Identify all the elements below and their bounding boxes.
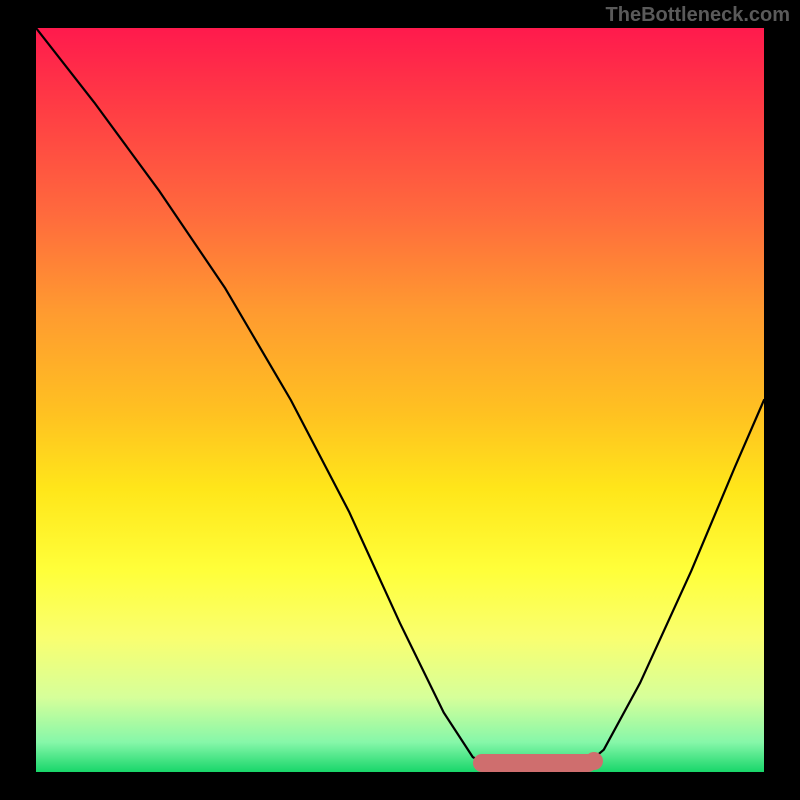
bottleneck-curve — [36, 28, 764, 772]
optimum-end-dot — [585, 752, 603, 770]
plot-area — [36, 28, 764, 772]
attribution-text: TheBottleneck.com — [606, 4, 790, 27]
optimum-marker — [473, 754, 597, 772]
